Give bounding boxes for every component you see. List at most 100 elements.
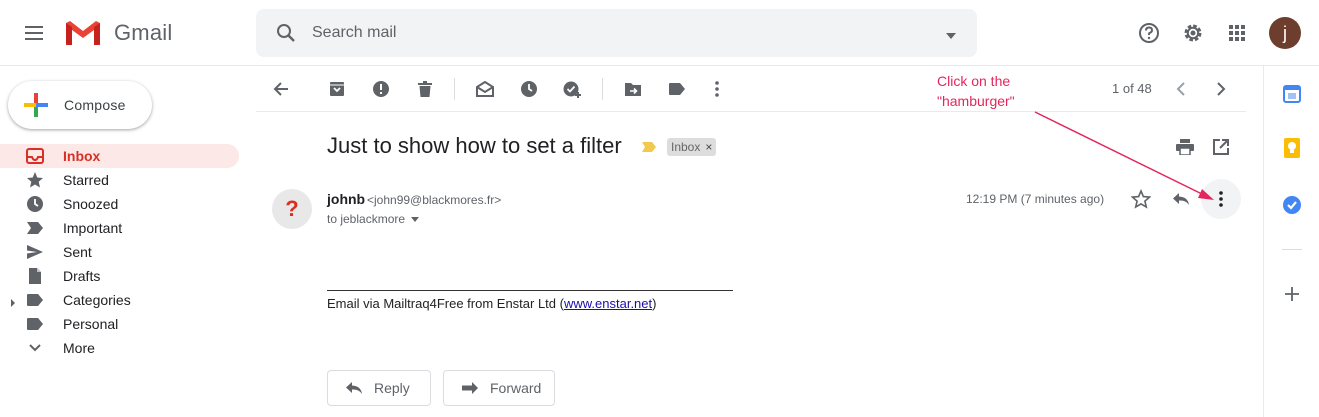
reply-arrow-icon[interactable] [1168,186,1194,212]
inbox-icon [26,148,44,164]
annotation-line: Click on the [937,73,1011,89]
forward-arrow-icon [460,378,480,398]
message-more-options-button[interactable] [1201,179,1241,219]
sidebar-item-label: Drafts [63,268,101,284]
importance-marker-icon[interactable] [641,140,657,158]
annotation-line: "hamburger" [937,93,1015,109]
sidebar-item-label: Sent [63,244,92,260]
mark-unread-icon[interactable] [468,72,502,106]
account-avatar[interactable]: j [1269,17,1301,49]
chevron-down-icon [26,340,44,356]
label-icon [26,316,44,332]
search-options-caret-icon[interactable] [945,27,957,45]
clock-icon [26,196,44,212]
toolbar-divider [602,78,603,100]
sidebar-item-label: Categories [63,292,131,308]
help-icon[interactable] [1129,13,1169,53]
hamburger-icon [25,26,43,40]
more-vertical-dots-icon [1219,191,1223,207]
forward-label: Forward [490,380,542,396]
sidebar-item-drafts[interactable]: Drafts [0,264,239,288]
calendar-icon[interactable] [1278,80,1306,108]
back-arrow-icon[interactable] [264,72,298,106]
sidebar-item-more[interactable]: More [0,336,239,360]
sidebar-nav: Inbox Starred Snoozed Important Sent Dra… [0,144,256,360]
reply-label: Reply [374,380,410,396]
signature-divider [327,290,733,291]
side-panel-divider [1282,249,1302,250]
sender-email: <john99@blackmores.fr> [367,193,502,207]
sidebar-item-categories[interactable]: Categories [0,288,239,312]
add-plus-icon[interactable] [1278,280,1306,308]
sidebar-item-personal[interactable]: Personal [0,312,239,336]
inbox-label-chip: Inbox × [667,138,717,156]
message-body: Email via Mailtraq4Free from Enstar Ltd … [327,296,656,311]
tutorial-annotation: Click on the "hamburger" [937,71,1015,111]
toolbar-divider [454,78,455,100]
older-chevron-right-icon[interactable] [1204,72,1238,106]
move-to-icon[interactable] [616,72,650,106]
search-icon[interactable] [270,17,302,49]
print-icon[interactable] [1170,132,1200,162]
send-icon [26,244,44,260]
apps-grid-icon[interactable] [1217,13,1257,53]
star-icon [26,172,44,188]
forward-button[interactable]: Forward [443,370,555,406]
reply-arrow-icon [344,378,364,398]
sidebar-item-starred[interactable]: Starred [0,168,239,192]
message-toolbar: 1 of 48 [256,66,1246,112]
label-icon [26,292,44,308]
sidebar-item-label: Starred [63,172,109,188]
tasks-check-icon[interactable] [1278,191,1306,219]
body-link[interactable]: www.enstar.net [564,296,652,311]
sidebar-item-label: Personal [63,316,119,332]
archive-icon[interactable] [320,72,354,106]
sidebar-item-important[interactable]: Important [0,216,239,240]
draft-icon [26,268,44,284]
labels-icon[interactable] [660,72,694,106]
search-bar[interactable] [256,9,977,57]
label-chip-text: Inbox [671,140,701,154]
side-panel [1263,66,1319,417]
recipient-line[interactable]: to jeblackmore [327,212,420,226]
sidebar-item-sent[interactable]: Sent [0,240,239,264]
gmail-m-icon [66,21,100,45]
sidebar-item-label: Snoozed [63,196,119,212]
delete-trash-icon[interactable] [408,72,442,106]
important-icon [26,220,44,236]
body-text-prefix: Email via Mailtraq4Free from Enstar Ltd … [327,296,564,311]
star-outline-icon[interactable] [1128,186,1154,212]
pagination-count: 1 of 48 [1112,81,1152,96]
newer-chevron-left-icon[interactable] [1164,72,1198,106]
body-text-suffix: ) [652,296,657,311]
sender-avatar: ? [272,189,312,229]
settings-gear-icon[interactable] [1173,13,1213,53]
reply-button[interactable]: Reply [327,370,431,406]
snooze-clock-icon[interactable] [512,72,546,106]
report-spam-icon[interactable] [364,72,398,106]
main-menu-button[interactable] [14,13,54,53]
sidebar-item-inbox[interactable]: Inbox [0,144,239,168]
compose-button[interactable]: Compose [8,81,152,129]
open-in-new-window-icon[interactable] [1206,132,1236,162]
add-to-tasks-icon[interactable] [556,72,590,106]
sidebar-item-label: Important [63,220,123,236]
message-timestamp: 12:19 PM (7 minutes ago) [966,192,1105,206]
search-input[interactable] [312,24,912,42]
message-subject: Just to show how to set a filter [327,133,622,158]
remove-label-close-icon[interactable]: × [705,140,712,154]
top-header: Gmail Search mail j [0,0,1319,66]
keep-lightbulb-icon[interactable] [1278,134,1306,162]
gmail-logo[interactable]: Gmail [64,16,172,50]
compose-label: Compose [64,97,126,113]
recipient-text: to jeblackmore [327,212,406,226]
recipient-details-caret-icon[interactable] [411,216,420,222]
expand-arrow-icon[interactable] [10,295,16,313]
more-options-vertical-icon[interactable] [700,72,734,106]
sidebar-item-snoozed[interactable]: Snoozed [0,192,239,216]
sender-name: johnb [327,191,366,207]
compose-plus-icon [22,91,50,119]
sidebar-item-label: Inbox [63,148,101,164]
app-name: Gmail [114,20,173,45]
sidebar-item-label: More [63,340,95,356]
